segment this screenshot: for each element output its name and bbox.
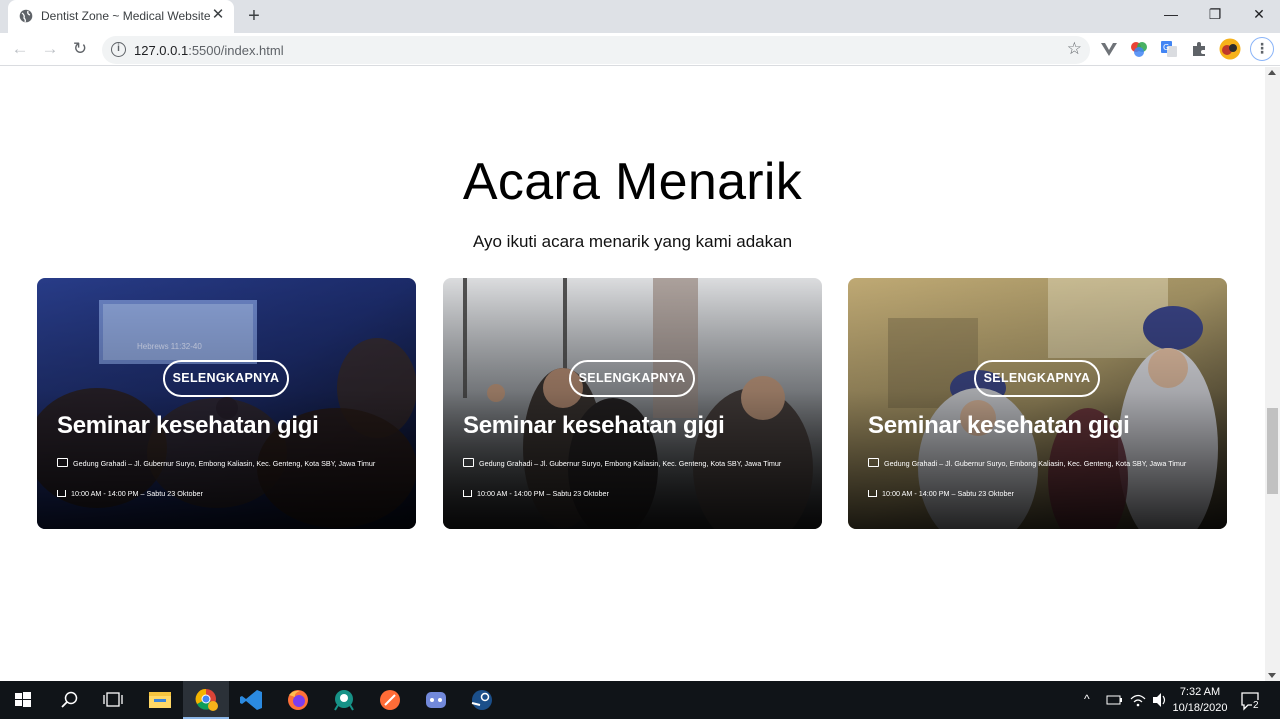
minimize-button[interactable]: —: [1148, 0, 1194, 30]
wifi-icon[interactable]: [1128, 681, 1148, 719]
google-translate-icon[interactable]: G: [1160, 40, 1178, 58]
svg-text:G: G: [1163, 43, 1169, 52]
details-button[interactable]: SELENGKAPNYA: [974, 360, 1100, 397]
clock-date: 10/18/2020: [1172, 702, 1228, 714]
forward-button[interactable]: →: [38, 37, 62, 61]
browser-tab[interactable]: Dentist Zone ~ Medical Website ✕: [8, 0, 234, 33]
event-title: Seminar kesehatan gigi: [463, 412, 725, 439]
page-viewport: Acara Menarik Ayo ikuti acara menarik ya…: [0, 67, 1265, 681]
scroll-down-arrow-icon[interactable]: [1268, 673, 1276, 678]
back-button[interactable]: ←: [8, 37, 32, 61]
clock-time: 7:32 AM: [1179, 686, 1221, 698]
calendar-icon: [463, 458, 474, 467]
url-host: 127.0.0.1: [134, 43, 189, 58]
event-time-text: 10:00 AM - 14:00 PM – Sabtu 23 Oktober: [477, 489, 609, 498]
tray-chevron-icon[interactable]: ^: [1084, 692, 1090, 719]
calendar-icon: [868, 458, 879, 467]
file-explorer-icon[interactable]: [137, 681, 183, 719]
section-subtitle: Ayo ikuti acara menarik yang kami adakan: [472, 232, 793, 251]
event-time-text: 10:00 AM - 14:00 PM – Sabtu 23 Oktober: [882, 489, 1014, 498]
page-scrollbar[interactable]: [1265, 67, 1280, 681]
notification-count: 2: [1252, 700, 1260, 711]
windows-taskbar: ^ 7:32 AM 10/18/2020 2: [0, 681, 1280, 719]
system-clock[interactable]: 7:32 AM 10/18/2020: [1170, 684, 1230, 716]
discord-icon[interactable]: [413, 681, 459, 719]
url-path: :5500/index.html: [188, 43, 284, 58]
browser-menu-button[interactable]: ⋮: [1250, 37, 1274, 61]
restore-button[interactable]: ❐: [1192, 0, 1238, 30]
profile-avatar-icon[interactable]: [1219, 38, 1241, 60]
event-card[interactable]: SELENGKAPNYA Seminar kesehatan gigi Gedu…: [848, 278, 1227, 529]
event-title: Seminar kesehatan gigi: [57, 412, 319, 439]
vue-devtools-icon[interactable]: [1100, 40, 1118, 58]
event-location: Gedung Grahadi – Jl. Gubernur Suryo, Emb…: [463, 458, 781, 468]
extensions-puzzle-icon[interactable]: [1190, 40, 1208, 58]
event-location-text: Gedung Grahadi – Jl. Gubernur Suryo, Emb…: [884, 459, 1187, 468]
steam-icon[interactable]: [459, 681, 505, 719]
event-time: 10:00 AM - 14:00 PM – Sabtu 23 Oktober: [463, 489, 609, 498]
calendar-icon: [57, 458, 68, 467]
event-time: 10:00 AM - 14:00 PM – Sabtu 23 Oktober: [868, 489, 1014, 498]
address-bar[interactable]: i 127.0.0.1:5500/index.html ☆: [102, 36, 1090, 64]
home-icon: [868, 490, 877, 497]
tab-close-icon[interactable]: ✕: [208, 5, 228, 25]
postman-icon[interactable]: [367, 681, 413, 719]
scroll-up-arrow-icon[interactable]: [1268, 70, 1276, 75]
event-location: Gedung Grahadi – Jl. Gubernur Suryo, Emb…: [868, 458, 1186, 468]
tab-title: Dentist Zone ~ Medical Website: [41, 9, 211, 23]
event-card[interactable]: SELENGKAPNYA Seminar kesehatan gigi Gedu…: [443, 278, 822, 529]
battery-icon[interactable]: [1104, 681, 1124, 719]
home-icon: [57, 490, 66, 497]
task-view-icon[interactable]: [90, 681, 136, 719]
event-card[interactable]: Hebrews 11:32-40 SELENGKAPNYA Seminar ke…: [37, 278, 416, 529]
windows-start-icon[interactable]: [0, 681, 46, 719]
chrome-icon: [195, 688, 218, 711]
scrollbar-thumb[interactable]: [1267, 408, 1278, 494]
details-button[interactable]: SELENGKAPNYA: [163, 360, 289, 397]
event-title: Seminar kesehatan gigi: [868, 412, 1130, 439]
firefox-icon[interactable]: [275, 681, 321, 719]
site-info-icon[interactable]: i: [111, 42, 126, 57]
event-time-text: 10:00 AM - 14:00 PM – Sabtu 23 Oktober: [71, 489, 203, 498]
browser-toolbar: ← → ↻ i 127.0.0.1:5500/index.html ☆ G ⋮: [0, 33, 1280, 66]
event-location: Gedung Grahadi – Jl. Gubernur Suryo, Emb…: [57, 458, 375, 468]
reload-button[interactable]: ↻: [68, 37, 92, 61]
home-icon: [463, 490, 472, 497]
search-icon[interactable]: [46, 681, 92, 719]
chrome-taskbar-button[interactable]: [183, 681, 229, 719]
event-location-text: Gedung Grahadi – Jl. Gubernur Suryo, Emb…: [479, 459, 782, 468]
volume-icon[interactable]: [1150, 681, 1170, 719]
tab-strip: Dentist Zone ~ Medical Website ✕ + — ❐ ✕: [0, 0, 1280, 33]
vscode-icon[interactable]: [229, 681, 275, 719]
url-text[interactable]: 127.0.0.1:5500/index.html: [134, 43, 284, 58]
notification-center-button[interactable]: 2: [1238, 681, 1268, 719]
event-time: 10:00 AM - 14:00 PM – Sabtu 23 Oktober: [57, 489, 203, 498]
bookmark-star-icon[interactable]: ☆: [1067, 39, 1082, 59]
section-title: Acara Menarik: [462, 153, 803, 211]
color-picker-extension-icon[interactable]: [1130, 40, 1148, 58]
close-window-button[interactable]: ✕: [1236, 0, 1280, 30]
new-tab-button[interactable]: +: [242, 4, 266, 28]
globe-icon: [19, 9, 33, 23]
details-button[interactable]: SELENGKAPNYA: [569, 360, 695, 397]
event-location-text: Gedung Grahadi – Jl. Gubernur Suryo, Emb…: [73, 459, 376, 468]
gitkraken-icon[interactable]: [321, 681, 367, 719]
